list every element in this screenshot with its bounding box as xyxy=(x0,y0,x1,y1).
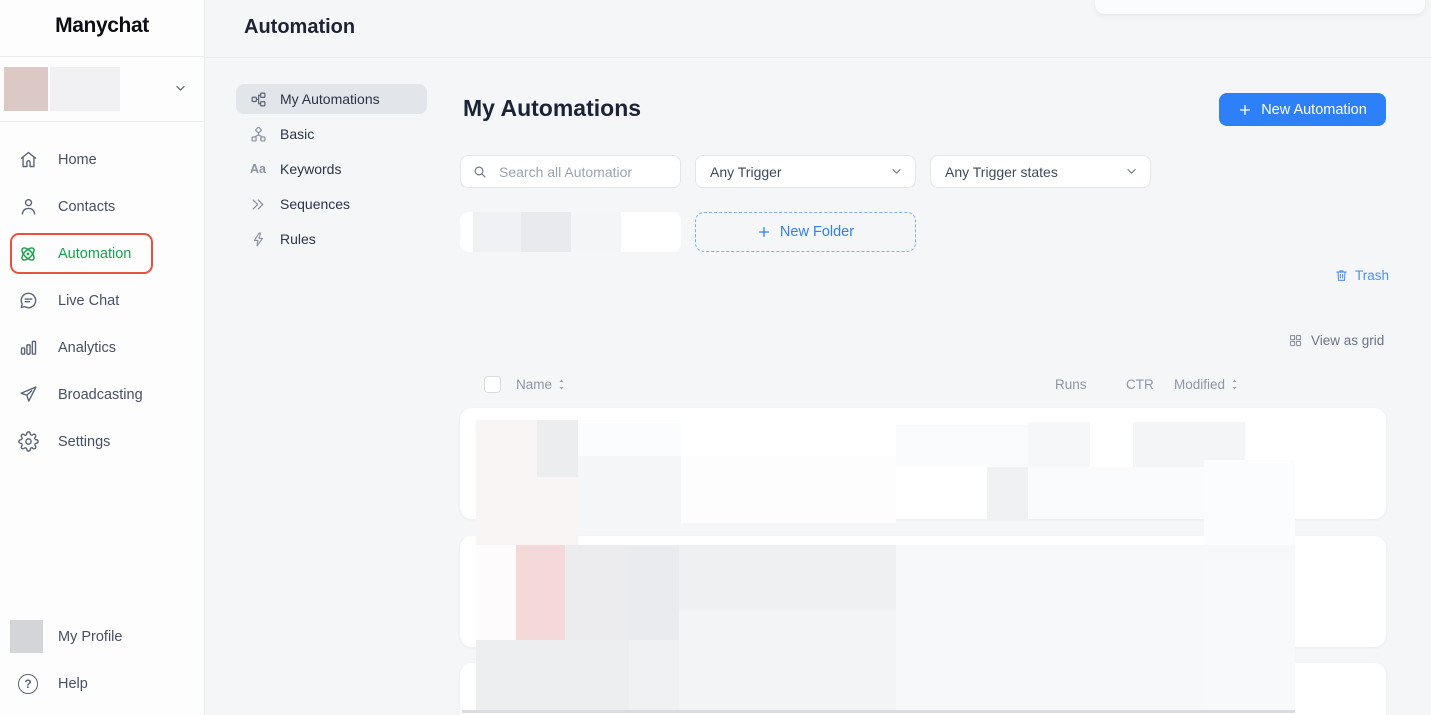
trigger-states-filter-dropdown[interactable]: Any Trigger states xyxy=(930,155,1151,188)
new-folder-label: New Folder xyxy=(780,224,854,240)
sidebar-item-help[interactable]: ? Help xyxy=(0,660,204,707)
chevron-down-icon xyxy=(890,165,903,178)
sidebar-item-label: My Profile xyxy=(58,629,122,645)
plus-icon xyxy=(757,225,771,239)
sidebar-item-label: Automation xyxy=(58,246,131,262)
column-header-name[interactable]: Name xyxy=(516,377,567,392)
trash-label: Trash xyxy=(1355,268,1389,283)
new-automation-button[interactable]: New Automation xyxy=(1219,93,1386,126)
help-icon: ? xyxy=(16,674,40,694)
gear-icon xyxy=(16,431,40,452)
chevron-down-icon[interactable] xyxy=(174,82,187,100)
search-icon xyxy=(472,164,488,180)
view-as-grid-label: View as grid xyxy=(1311,333,1384,348)
home-icon xyxy=(16,149,40,170)
subnav-item-my-automations[interactable]: My Automations xyxy=(236,84,427,114)
automation-row[interactable] xyxy=(460,663,1386,715)
subnav-item-keywords[interactable]: Aa Keywords xyxy=(236,154,427,184)
sidebar-item-my-profile[interactable]: My Profile xyxy=(0,613,204,660)
broadcasting-icon xyxy=(16,384,40,405)
my-automations-icon xyxy=(248,91,268,108)
trigger-states-filter-value: Any Trigger states xyxy=(945,164,1058,180)
divider xyxy=(0,56,204,57)
column-label: Name xyxy=(516,377,552,392)
sidebar-item-live-chat[interactable]: Live Chat xyxy=(0,277,204,324)
keywords-icon: Aa xyxy=(248,162,268,176)
subnav-item-label: Basic xyxy=(280,126,314,142)
subnav-item-label: Keywords xyxy=(280,161,341,177)
contacts-icon xyxy=(16,196,40,217)
automation-row[interactable] xyxy=(460,536,1386,647)
select-all-checkbox[interactable] xyxy=(484,376,501,393)
sidebar-item-label: Analytics xyxy=(58,340,116,356)
floating-panel xyxy=(1095,0,1425,14)
subnav-item-label: Rules xyxy=(280,231,316,247)
page-title: Automation xyxy=(244,16,355,39)
sidebar-item-analytics[interactable]: Analytics xyxy=(0,324,204,371)
column-header-modified[interactable]: Modified xyxy=(1174,377,1240,392)
manychat-app: Manychat Home Contacts Automation xyxy=(0,0,1431,715)
sidebar-item-broadcasting[interactable]: Broadcasting xyxy=(0,371,204,418)
subnav-item-basic[interactable]: Basic xyxy=(236,119,427,149)
sidebar-item-label: Home xyxy=(58,152,97,168)
trigger-filter-dropdown[interactable]: Any Trigger xyxy=(695,155,916,188)
column-header-runs[interactable]: Runs xyxy=(1055,377,1087,392)
column-header-ctr[interactable]: CTR xyxy=(1126,377,1154,392)
rules-icon xyxy=(248,231,268,248)
workspace-avatar[interactable] xyxy=(4,67,48,111)
redacted-block xyxy=(571,212,621,252)
redacted-block xyxy=(473,212,521,252)
automation-icon xyxy=(16,243,40,265)
sidebar-item-label: Settings xyxy=(58,434,110,450)
sort-icon xyxy=(1229,378,1240,391)
sidebar-item-label: Live Chat xyxy=(58,293,119,309)
new-automation-label: New Automation xyxy=(1261,102,1367,118)
content-title: My Automations xyxy=(463,95,641,122)
trigger-filter-value: Any Trigger xyxy=(710,164,782,180)
sidebar-item-settings[interactable]: Settings xyxy=(0,418,204,465)
basic-icon xyxy=(248,126,268,143)
new-folder-button[interactable]: New Folder xyxy=(695,212,916,252)
grid-icon xyxy=(1288,333,1303,348)
live-chat-icon xyxy=(16,290,40,311)
search-input[interactable] xyxy=(497,163,661,181)
sidebar-item-automation[interactable]: Automation xyxy=(0,230,204,277)
subnav-item-label: My Automations xyxy=(280,91,380,107)
column-label: Modified xyxy=(1174,377,1225,392)
view-as-grid-button[interactable]: View as grid xyxy=(1288,333,1384,348)
trash-icon xyxy=(1334,268,1349,283)
sort-icon xyxy=(556,378,567,391)
workspace-name-redacted xyxy=(50,67,120,111)
analytics-icon xyxy=(16,337,40,358)
redacted-block xyxy=(521,212,571,252)
automation-row[interactable] xyxy=(460,408,1386,519)
divider xyxy=(0,121,204,122)
sidebar-item-home[interactable]: Home xyxy=(0,136,204,183)
divider xyxy=(204,57,1431,58)
subnav-item-label: Sequences xyxy=(280,196,350,212)
column-label: Runs xyxy=(1055,377,1087,392)
sidebar-item-label: Broadcasting xyxy=(58,387,143,403)
sidebar-item-label: Help xyxy=(58,676,88,692)
sequences-icon xyxy=(248,196,268,213)
search-field xyxy=(460,155,681,188)
subnav-item-sequences[interactable]: Sequences xyxy=(236,189,427,219)
subnav-item-rules[interactable]: Rules xyxy=(236,224,427,254)
trash-link[interactable]: Trash xyxy=(1334,268,1389,283)
sidebar-item-contacts[interactable]: Contacts xyxy=(0,183,204,230)
manychat-logo: Manychat xyxy=(0,14,204,38)
folder-chip-redacted[interactable] xyxy=(460,212,681,252)
plus-icon xyxy=(1238,103,1252,117)
chevron-down-icon xyxy=(1125,165,1138,178)
sidebar-item-label: Contacts xyxy=(58,199,115,215)
column-label: CTR xyxy=(1126,377,1154,392)
sidebar: Manychat Home Contacts Automation xyxy=(0,0,205,715)
